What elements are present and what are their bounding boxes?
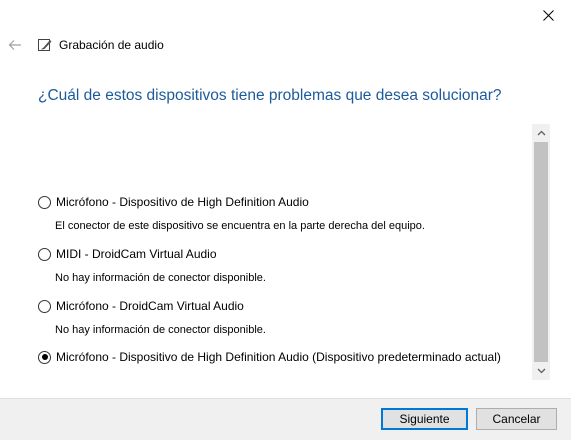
device-label: Micrófono - DroidCam Virtual Audio bbox=[56, 299, 244, 313]
radio-button[interactable] bbox=[38, 195, 51, 209]
device-option[interactable]: Micrófono - Dispositivo de High Definiti… bbox=[38, 350, 501, 364]
vertical-scrollbar[interactable] bbox=[532, 124, 550, 380]
scroll-down-button[interactable] bbox=[532, 362, 550, 380]
scrollbar-thumb[interactable] bbox=[534, 142, 548, 362]
device-item-hd-audio-mic-default: Micrófono - Dispositivo de High Definiti… bbox=[38, 350, 501, 364]
back-arrow-icon bbox=[8, 40, 21, 50]
device-option[interactable]: Micrófono - DroidCam Virtual Audio bbox=[38, 299, 244, 313]
device-item-mic-droidcam: Micrófono - DroidCam Virtual Audio No ha… bbox=[38, 299, 266, 336]
footer: Siguiente Cancelar bbox=[0, 398, 571, 440]
close-icon bbox=[542, 9, 554, 21]
window-title: Grabación de audio bbox=[59, 38, 164, 52]
next-button[interactable]: Siguiente bbox=[381, 408, 468, 430]
device-list: Micrófono - Dispositivo de High Definiti… bbox=[30, 124, 550, 380]
device-description: No hay información de conector disponibl… bbox=[55, 324, 266, 336]
audio-troubleshooter-icon bbox=[37, 37, 53, 53]
radio-button[interactable] bbox=[38, 299, 51, 313]
device-label: MIDI - DroidCam Virtual Audio bbox=[56, 247, 217, 261]
back-button[interactable] bbox=[6, 36, 24, 54]
radio-button-selected[interactable] bbox=[38, 350, 51, 364]
device-description: No hay información de conector disponibl… bbox=[55, 272, 266, 284]
page-question: ¿Cuál de estos dispositivos tiene proble… bbox=[38, 87, 502, 104]
device-option[interactable]: MIDI - DroidCam Virtual Audio bbox=[38, 247, 217, 261]
chevron-up-icon bbox=[537, 130, 545, 136]
device-description: El conector de este dispositivo se encue… bbox=[55, 220, 425, 232]
radio-button[interactable] bbox=[38, 247, 51, 261]
device-label: Micrófono - Dispositivo de High Definiti… bbox=[56, 195, 309, 209]
header: Grabación de audio bbox=[0, 36, 571, 56]
device-option[interactable]: Micrófono - Dispositivo de High Definiti… bbox=[38, 195, 309, 209]
device-item-hd-audio-mic: Micrófono - Dispositivo de High Definiti… bbox=[38, 195, 425, 232]
chevron-down-icon bbox=[537, 368, 545, 374]
scroll-up-button[interactable] bbox=[532, 124, 550, 142]
device-label: Micrófono - Dispositivo de High Definiti… bbox=[56, 350, 501, 364]
close-button[interactable] bbox=[525, 0, 571, 30]
device-item-midi-droidcam: MIDI - DroidCam Virtual Audio No hay inf… bbox=[38, 247, 266, 284]
cancel-button[interactable]: Cancelar bbox=[476, 408, 557, 430]
